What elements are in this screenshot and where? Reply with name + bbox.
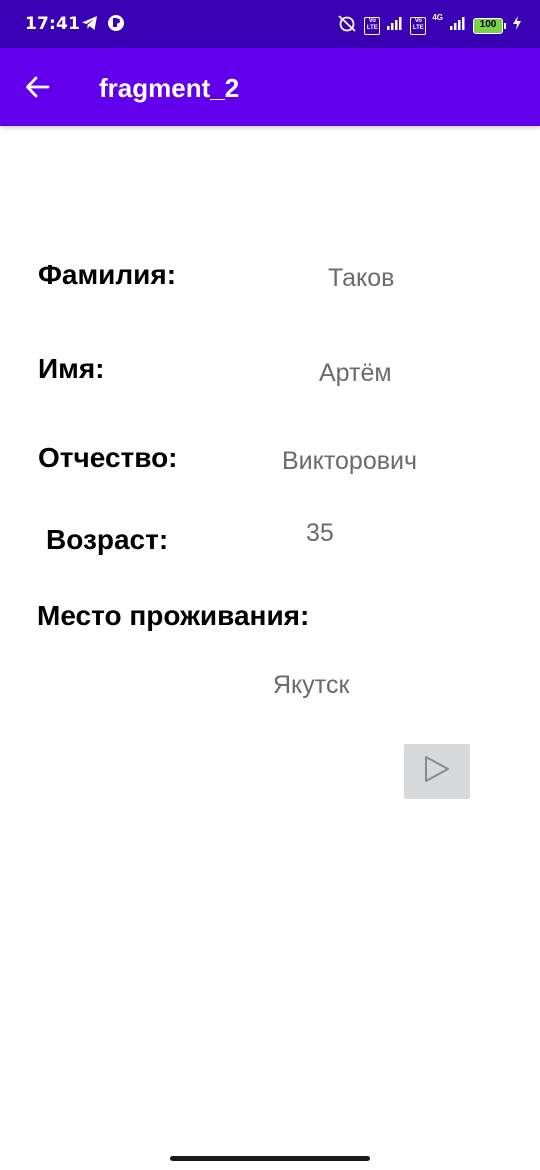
surname-value: Таков	[328, 264, 395, 292]
volte-label: Vo LTE	[366, 17, 378, 31]
status-time: 17:41	[25, 14, 81, 34]
age-label: Возраст:	[46, 524, 169, 555]
status-left-icons	[80, 13, 126, 38]
app-notification-icon	[106, 13, 126, 38]
battery-level: 100	[473, 17, 503, 34]
volte-icon-2: Vo LTE	[410, 16, 427, 35]
age-value: 35	[306, 519, 334, 547]
arrow-back-icon[interactable]	[24, 73, 52, 101]
app-bar: fragment_2	[0, 48, 540, 126]
name-label: Имя:	[38, 353, 105, 384]
surname-label: Фамилия:	[38, 259, 177, 290]
home-indicator[interactable]	[170, 1156, 370, 1161]
signal-icon	[386, 15, 404, 36]
play-icon	[422, 754, 452, 789]
status-right-icons: Vo LTE Vo LTE 4G 100	[336, 13, 522, 38]
charging-icon	[512, 15, 522, 36]
alarm-off-icon	[336, 13, 358, 38]
signal-icon-2	[449, 15, 467, 36]
telegram-icon	[80, 13, 100, 38]
network-type-label: 4G	[432, 13, 443, 22]
name-value: Артём	[319, 359, 392, 387]
patronymic-label: Отчество:	[38, 442, 178, 473]
status-bar: 17:41 Vo LTE Vo LTE 4G 100	[0, 0, 540, 48]
page-title: fragment_2	[99, 73, 240, 103]
play-button[interactable]	[404, 744, 470, 799]
patronymic-value: Викторович	[282, 447, 418, 475]
residence-label: Место проживания:	[37, 600, 310, 631]
volte-label-2: Vo LTE	[412, 17, 424, 31]
volte-icon: Vo LTE	[364, 16, 381, 35]
battery-icon: 100	[473, 17, 506, 34]
residence-value: Якутск	[273, 671, 350, 699]
